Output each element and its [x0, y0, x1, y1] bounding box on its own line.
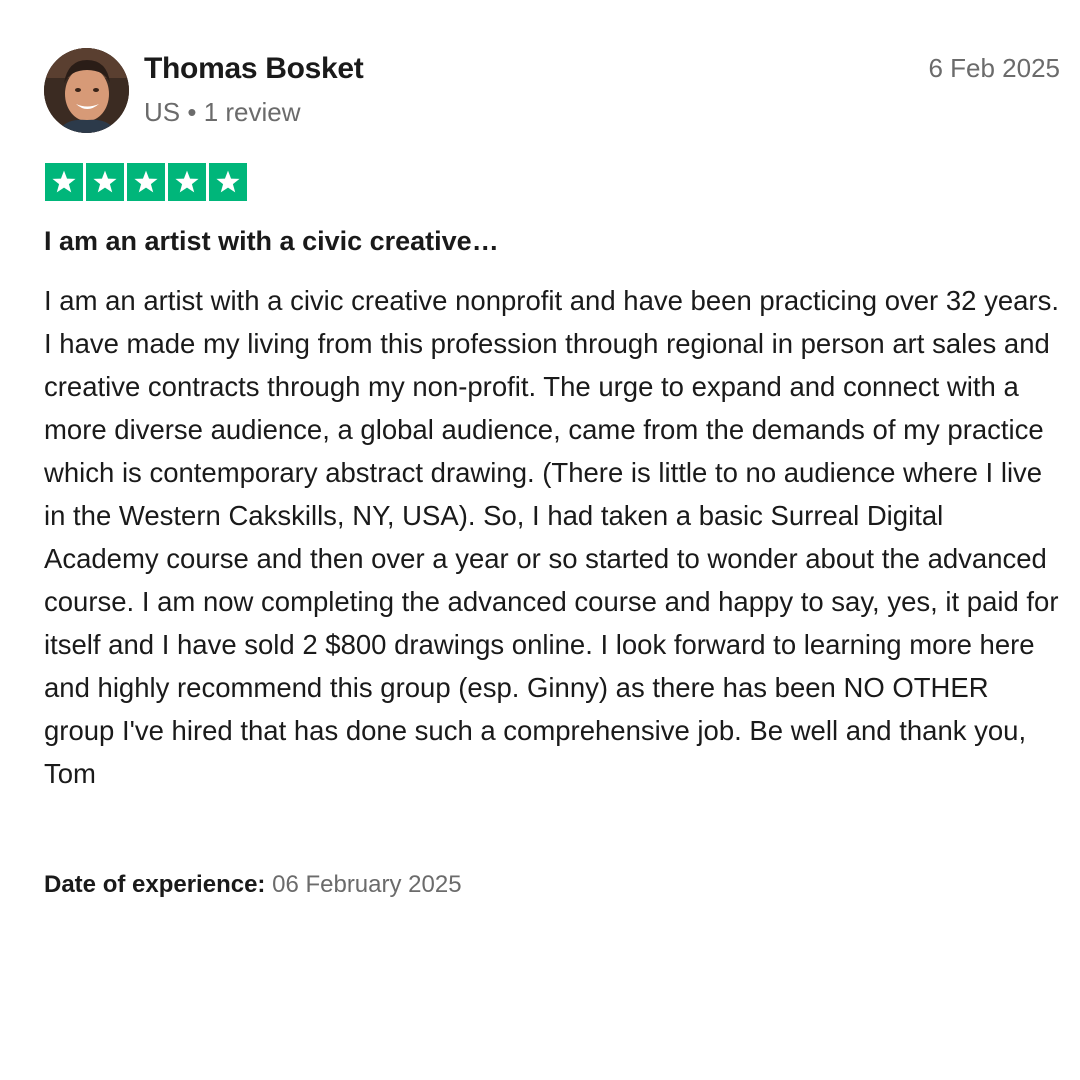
reviewer-review-count: 1 review: [203, 97, 301, 127]
experience-date: 06 February 2025: [272, 871, 462, 898]
star-box: [168, 163, 206, 201]
review-title[interactable]: I am an artist with a civic creative…: [44, 226, 499, 257]
avatar[interactable]: [44, 48, 129, 133]
meta-separator: •: [187, 97, 197, 127]
star-box: [127, 163, 165, 201]
review-date: 6 Feb 2025: [928, 53, 1060, 83]
reviewer-meta: US • 1 review: [144, 97, 301, 128]
experience-label: Date of experience:: [44, 871, 266, 898]
star-box: [45, 163, 83, 201]
star-icon: [175, 170, 199, 193]
review-body: I am an artist with a civic creative non…: [44, 285, 1059, 789]
avatar-photo-icon: [44, 48, 129, 133]
star-icon: [52, 170, 76, 193]
star-icon: [216, 170, 240, 193]
star-box: [209, 163, 247, 201]
star-icon: [134, 170, 158, 193]
star-box: [86, 163, 124, 201]
reviewer-name[interactable]: Thomas Bosket: [144, 52, 364, 86]
review-card: Thomas Bosket US • 1 review 6 Feb 2025 I…: [0, 0, 1080, 1080]
star-rating: [45, 163, 247, 201]
date-of-experience: Date of experience: 06 February 2025: [44, 871, 462, 899]
star-icon: [93, 170, 117, 193]
reviewer-country: US: [144, 97, 181, 127]
